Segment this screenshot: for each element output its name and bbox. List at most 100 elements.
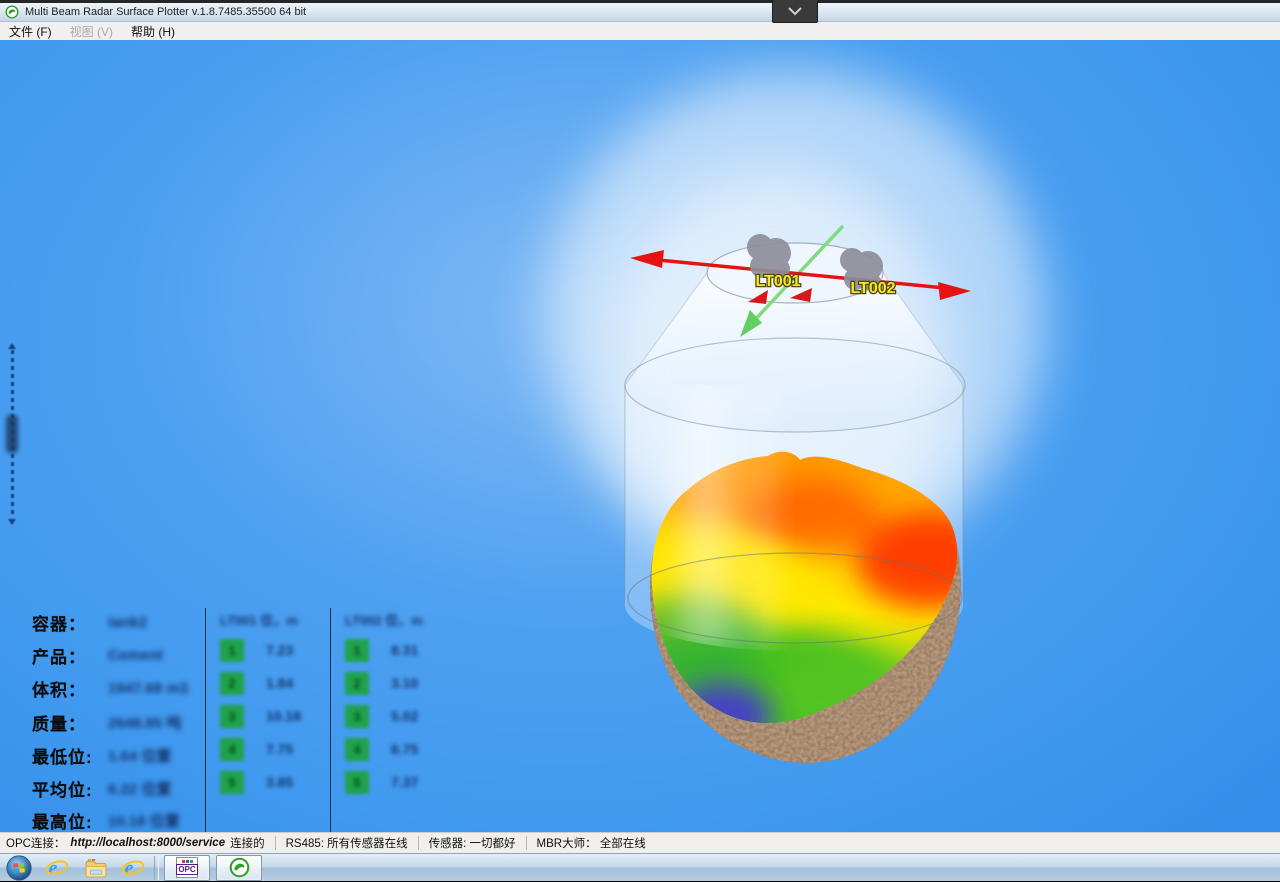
- opc-icon-label: OPC: [176, 864, 197, 875]
- status-opc-state: 连接的: [230, 835, 265, 851]
- opc-icon: OPC: [176, 857, 198, 878]
- overlay-chevron-tab[interactable]: [772, 0, 818, 23]
- info-label: 容器：: [32, 610, 108, 635]
- info-label: 产品：: [32, 643, 108, 668]
- internet-explorer-icon: e: [121, 856, 145, 880]
- info-panel: 容器：tank2 产品：Cement 体积：1947.68 m3 质量：2648…: [0, 608, 470, 832]
- menu-view: 视图 (V): [61, 22, 122, 40]
- beam-value: 7.23: [266, 642, 293, 658]
- windows-start-icon: [6, 855, 32, 881]
- beam-index-badge: 1: [345, 639, 369, 662]
- info-value: 2648.85 吨: [108, 712, 181, 733]
- window-title: Multi Beam Radar Surface Plotter v.1.8.7…: [25, 6, 306, 18]
- sensor-label-lt001: LT001: [755, 273, 800, 290]
- beam-index-badge: 5: [345, 771, 369, 794]
- sensor-table-lt001: LT001 位，m 17.23 21.84 310.18 47.75 53.85: [205, 608, 327, 832]
- beam-index-badge: 4: [345, 738, 369, 761]
- beam-value: 3.85: [266, 774, 293, 790]
- beam-value: 7.75: [266, 741, 293, 757]
- beam-index-badge: 2: [220, 672, 244, 695]
- info-row-container: 平均位:6.22 位置: [32, 776, 171, 800]
- table-row: 21.84: [220, 671, 327, 695]
- table-row: 53.85: [220, 770, 327, 794]
- taskbar-plotter-window-button[interactable]: [216, 855, 262, 881]
- status-opc: OPC连接： http://localhost:8000/service 连接的: [6, 835, 265, 851]
- status-separator: [418, 836, 419, 850]
- table-row: 310.18: [220, 704, 327, 728]
- status-opc-label: OPC连接：: [6, 835, 65, 851]
- beam-value: 5.02: [391, 708, 418, 724]
- title-bar: Multi Beam Radar Surface Plotter v.1.8.7…: [0, 3, 1280, 22]
- info-value: 10.18 位置: [108, 810, 180, 831]
- info-label: 平均位:: [32, 776, 108, 801]
- taskbar-divider: [154, 856, 159, 880]
- beam-value: 7.37: [391, 774, 418, 790]
- status-mbr: MBR大师： 全部在线: [537, 835, 646, 851]
- sensor-table-lt002: LT002 位，m 18.31 23.10 35.02 46.75 57.37: [330, 608, 452, 832]
- menu-help[interactable]: 帮助 (H): [122, 22, 184, 40]
- beam-value: 6.75: [391, 741, 418, 757]
- menu-file[interactable]: 文件 (F): [0, 22, 61, 40]
- left-scroll-widget[interactable]: [5, 343, 19, 525]
- beam-value: 3.10: [391, 675, 418, 691]
- taskbar-ie2-button[interactable]: e: [114, 854, 152, 882]
- table-row: 47.75: [220, 737, 327, 761]
- status-rs485: RS485: 所有传感器在线: [286, 835, 408, 851]
- info-row-container: 最高位:10.18 位置: [32, 808, 180, 832]
- table-header: LT002 位，m: [345, 610, 452, 629]
- beam-index-badge: 5: [220, 771, 244, 794]
- beam-value: 10.18: [266, 708, 301, 724]
- info-label: 最高位:: [32, 808, 108, 833]
- taskbar-explorer-button[interactable]: [76, 854, 114, 882]
- internet-explorer-icon: e: [45, 856, 69, 880]
- svg-text:e: e: [125, 857, 134, 879]
- app-logo-icon: [5, 5, 19, 19]
- info-row-container: 质量：2648.85 吨: [32, 710, 181, 734]
- scroll-down-arrow-icon[interactable]: [8, 519, 16, 525]
- app-logo-icon: [229, 857, 250, 878]
- beam-index-badge: 2: [345, 672, 369, 695]
- taskbar-opc-window-button[interactable]: OPC: [164, 855, 210, 881]
- beam-index-badge: 1: [220, 639, 244, 662]
- info-value: tank2: [108, 614, 147, 631]
- beam-index-badge: 3: [345, 705, 369, 728]
- info-row-container: 容器：tank2: [32, 610, 147, 634]
- info-row-container: 体积：1947.68 m3: [32, 676, 188, 700]
- viewport-3d[interactable]: LT001 LT002 容器：tank2 产品：Cement 体积：1947.6…: [0, 40, 1280, 832]
- folder-icon: [83, 855, 108, 880]
- info-row-container: 产品：Cement: [32, 643, 163, 667]
- taskbar-ie-button[interactable]: e: [38, 854, 76, 882]
- beam-value: 1.84: [266, 675, 293, 691]
- table-row: 18.31: [345, 638, 452, 662]
- chevron-down-icon: [787, 6, 803, 16]
- taskbar: e e OPC: [0, 853, 1280, 881]
- info-label: 最低位:: [32, 743, 108, 768]
- overlay-top-strip: [0, 0, 1280, 3]
- beam-index-badge: 3: [220, 705, 244, 728]
- status-bar: OPC连接： http://localhost:8000/service 连接的…: [0, 832, 1280, 853]
- sensor-label-lt002: LT002: [850, 280, 895, 297]
- start-button[interactable]: [0, 854, 38, 882]
- info-value: 1947.68 m3: [108, 680, 188, 697]
- info-label: 质量：: [32, 710, 108, 735]
- info-value: 1.64 位置: [108, 745, 171, 766]
- status-sensors: 传感器: 一切都好: [429, 835, 516, 851]
- table-row: 17.23: [220, 638, 327, 662]
- scroll-knob[interactable]: [6, 415, 18, 453]
- svg-text:e: e: [49, 857, 58, 879]
- info-row-container: 最低位:1.64 位置: [32, 743, 171, 767]
- status-separator: [526, 836, 527, 850]
- beam-value: 8.31: [391, 642, 418, 658]
- scroll-up-arrow-icon[interactable]: [8, 343, 16, 349]
- table-row: 57.37: [345, 770, 452, 794]
- info-value: 6.22 位置: [108, 778, 171, 799]
- beam-index-badge: 4: [220, 738, 244, 761]
- info-value: Cement: [108, 647, 163, 664]
- table-row: 35.02: [345, 704, 452, 728]
- status-opc-url: http://localhost:8000/service: [70, 837, 225, 849]
- table-row: 46.75: [345, 737, 452, 761]
- menu-bar: 文件 (F) 视图 (V) 帮助 (H): [0, 22, 1280, 40]
- status-separator: [275, 836, 276, 850]
- info-label: 体积：: [32, 676, 108, 701]
- table-row: 23.10: [345, 671, 452, 695]
